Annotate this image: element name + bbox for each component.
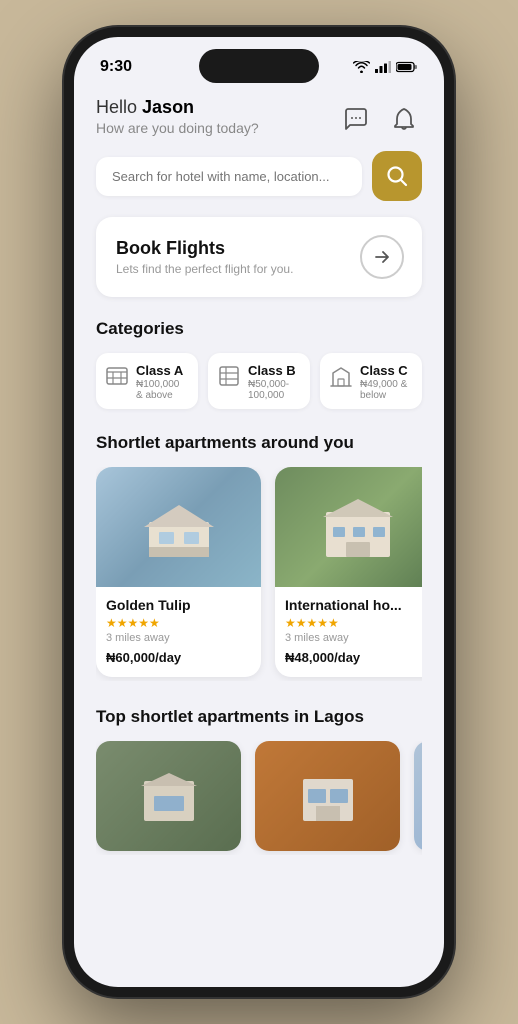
category-name-a: Class A (136, 363, 188, 378)
screen-content: Hello Jason How are you doing today? (74, 87, 444, 987)
apartment-card-golden-tulip[interactable]: Golden Tulip ★★★★★ 3 miles away ₦60,000/… (96, 467, 261, 677)
battery-icon (396, 61, 418, 73)
book-flights-text: Book Flights Lets find the perfect fligh… (116, 238, 293, 276)
signal-icon (375, 61, 391, 73)
category-icon-a (106, 365, 128, 387)
category-icon-c (330, 365, 352, 387)
category-icon-b (218, 365, 240, 387)
category-info-a: Class A ₦100,000 & above (136, 363, 188, 401)
top-image-1 (96, 741, 241, 851)
apartment-info-1: Golden Tulip ★★★★★ 3 miles away ₦60,000/… (96, 587, 261, 677)
top-image-2 (255, 741, 400, 851)
category-price-c: ₦49,000 & below (360, 379, 412, 401)
apartment-image-2 (275, 467, 422, 587)
category-card-class-b[interactable]: Class B ₦50,000-100,000 (208, 353, 310, 409)
search-row (96, 151, 422, 201)
phone-frame: 9:30 (64, 27, 454, 997)
notification-button[interactable] (386, 101, 422, 137)
apartments-scroll[interactable]: Golden Tulip ★★★★★ 3 miles away ₦60,000/… (96, 467, 422, 681)
book-flights-card[interactable]: Book Flights Lets find the perfect fligh… (96, 217, 422, 297)
category-name-c: Class C (360, 363, 412, 378)
categories-title: Categories (96, 319, 422, 339)
apartment-info-2: International ho... ★★★★★ 3 miles away ₦… (275, 587, 422, 677)
greeting-name: Jason (142, 97, 194, 117)
category-info-b: Class B ₦50,000-100,000 (248, 363, 300, 401)
search-icon (386, 165, 408, 187)
apartment-stars-1: ★★★★★ (106, 616, 251, 630)
category-card-class-c[interactable]: Class C ₦49,000 & below (320, 353, 422, 409)
category-info-c: Class C ₦49,000 & below (360, 363, 412, 401)
header-greeting: Hello Jason How are you doing today? (96, 97, 338, 136)
top-card-2[interactable] (255, 741, 400, 851)
category-name-b: Class B (248, 363, 300, 378)
apartment-card-international[interactable]: International ho... ★★★★★ 3 miles away ₦… (275, 467, 422, 677)
shortlet-section: Shortlet apartments around you (96, 433, 422, 681)
top-card-3[interactable] (414, 741, 422, 851)
top-card-1[interactable] (96, 741, 241, 851)
apartment-dist-1: 3 miles away (106, 632, 251, 644)
apartment-image-1 (96, 467, 261, 587)
book-flights-subtitle: Lets find the perfect flight for you. (116, 262, 293, 276)
apartment-price-2: ₦48,000/day (285, 650, 422, 665)
book-flights-arrow[interactable] (360, 235, 404, 279)
search-input[interactable] (112, 169, 346, 184)
header: Hello Jason How are you doing today? (96, 97, 422, 137)
top-shortlet-section: Top shortlet apartments in Lagos (96, 707, 422, 855)
apartment-stars-2: ★★★★★ (285, 616, 422, 630)
top-image-3 (414, 741, 422, 851)
status-icons (353, 61, 418, 73)
search-input-wrap[interactable] (96, 157, 362, 196)
header-actions (338, 97, 422, 137)
category-price-b: ₦50,000-100,000 (248, 379, 300, 401)
apartment-price-1: ₦60,000/day (106, 650, 251, 665)
category-card-class-a[interactable]: Class A ₦100,000 & above (96, 353, 198, 409)
categories-row: Class A ₦100,000 & above (96, 353, 422, 409)
book-flights-title: Book Flights (116, 238, 293, 259)
greeting-line: Hello Jason (96, 97, 338, 118)
apartment-dist-2: 3 miles away (285, 632, 422, 644)
search-button[interactable] (372, 151, 422, 201)
chat-button[interactable] (338, 101, 374, 137)
dynamic-island (199, 49, 319, 83)
bell-icon (393, 107, 415, 131)
apartment-name-1: Golden Tulip (106, 597, 251, 613)
wifi-icon (353, 61, 370, 73)
category-price-a: ₦100,000 & above (136, 379, 188, 401)
apartment-name-2: International ho... (285, 597, 422, 613)
greeting-sub: How are you doing today? (96, 120, 338, 136)
status-time: 9:30 (100, 58, 132, 76)
categories-section: Categories Class A (96, 319, 422, 409)
arrow-right-icon (372, 247, 392, 267)
top-scroll[interactable] (96, 741, 422, 855)
chat-icon (344, 107, 368, 131)
top-section-title: Top shortlet apartments in Lagos (96, 707, 422, 727)
shortlet-section-title: Shortlet apartments around you (96, 433, 422, 453)
